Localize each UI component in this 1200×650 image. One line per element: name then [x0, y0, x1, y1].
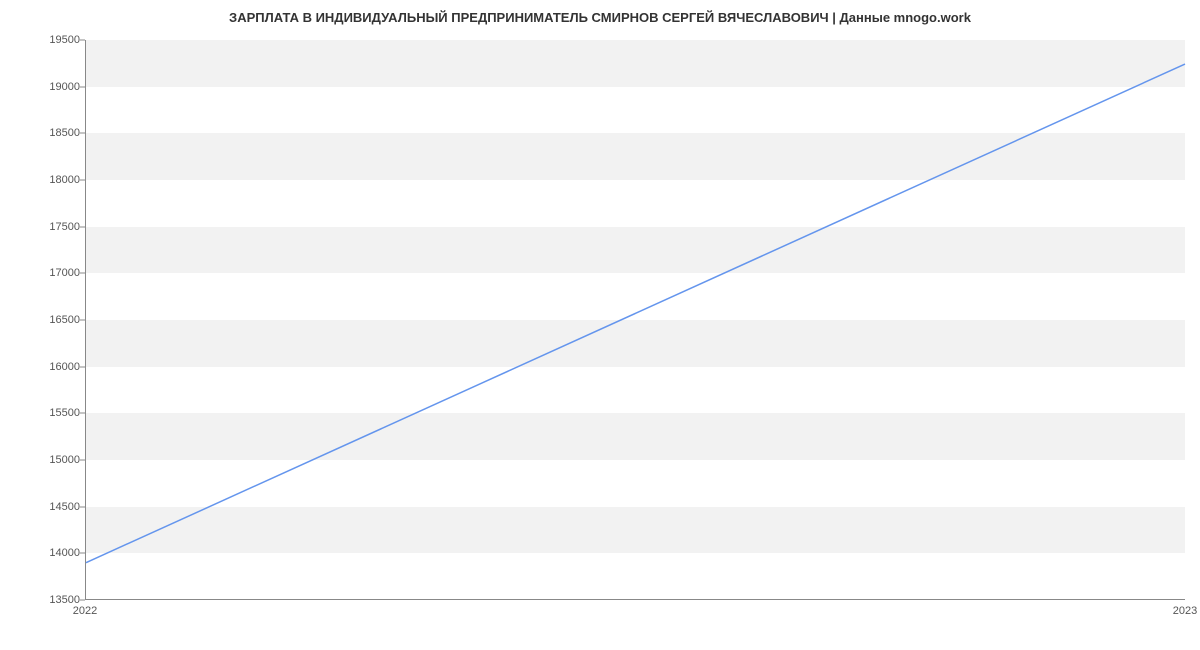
y-tick-mark — [80, 553, 85, 554]
series-line — [86, 64, 1185, 563]
chart-container: ЗАРПЛАТА В ИНДИВИДУАЛЬНЫЙ ПРЕДПРИНИМАТЕЛ… — [0, 0, 1200, 650]
y-tick-mark — [80, 600, 85, 601]
y-tick-mark — [80, 413, 85, 414]
y-tick-label: 17000 — [10, 267, 80, 279]
y-tick-mark — [80, 273, 85, 274]
y-tick-mark — [80, 86, 85, 87]
x-tick-label: 2022 — [73, 605, 97, 617]
y-tick-mark — [80, 133, 85, 134]
y-tick-label: 18500 — [10, 127, 80, 139]
y-tick-label: 16000 — [10, 361, 80, 373]
y-tick-mark — [80, 366, 85, 367]
y-tick-mark — [80, 180, 85, 181]
plot-area — [85, 40, 1185, 600]
y-tick-label: 19500 — [10, 34, 80, 46]
y-tick-mark — [80, 460, 85, 461]
y-tick-label: 14500 — [10, 501, 80, 513]
y-tick-label: 14000 — [10, 547, 80, 559]
y-tick-mark — [80, 320, 85, 321]
y-tick-label: 15000 — [10, 454, 80, 466]
y-tick-label: 15500 — [10, 407, 80, 419]
chart-title: ЗАРПЛАТА В ИНДИВИДУАЛЬНЫЙ ПРЕДПРИНИМАТЕЛ… — [0, 10, 1200, 25]
y-tick-label: 13500 — [10, 594, 80, 606]
x-tick-label: 2023 — [1173, 605, 1197, 617]
y-tick-label: 19000 — [10, 81, 80, 93]
line-series — [86, 40, 1185, 599]
y-tick-mark — [80, 506, 85, 507]
y-tick-label: 16500 — [10, 314, 80, 326]
y-tick-mark — [80, 226, 85, 227]
y-tick-label: 18000 — [10, 174, 80, 186]
y-tick-label: 17500 — [10, 221, 80, 233]
y-tick-mark — [80, 40, 85, 41]
